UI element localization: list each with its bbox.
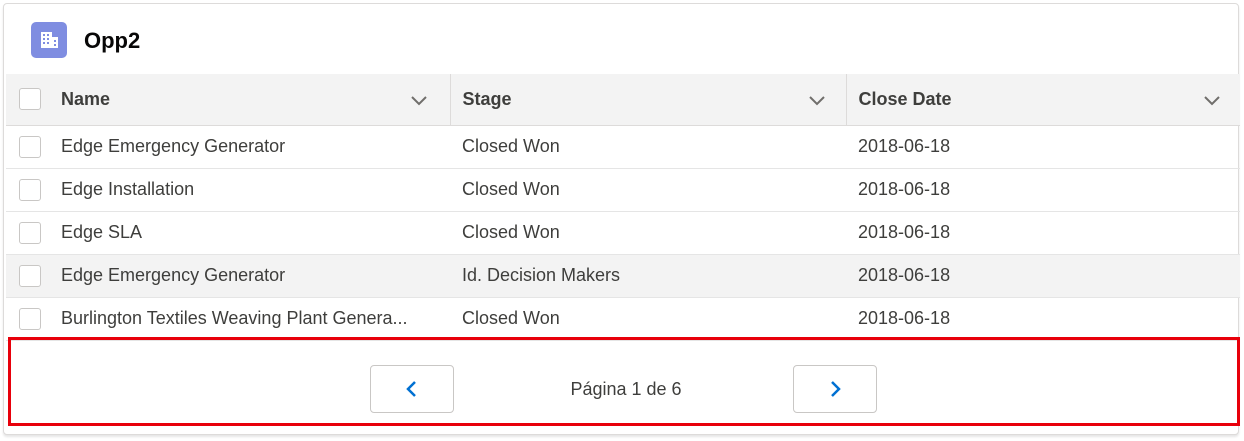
close-date-cell: 2018-06-18 — [858, 222, 951, 242]
row-select-cell — [6, 168, 55, 211]
data-table: Name Stage Close Date Edge Emergency Gen… — [6, 74, 1240, 341]
column-header-stage[interactable]: Stage — [450, 74, 847, 126]
row-checkbox[interactable] — [19, 264, 41, 287]
pagination-footer: Página 1 de 6 — [8, 337, 1240, 426]
table-header-row: Name Stage Close Date — [6, 74, 1240, 126]
table-row[interactable]: Burlington Textiles Weaving Plant Genera… — [6, 297, 1240, 340]
chevron-down-icon[interactable] — [410, 91, 428, 109]
name-cell[interactable]: Edge Emergency Generator — [55, 125, 450, 168]
stage-cell: Closed Won — [462, 136, 560, 156]
card-title[interactable]: Opp2 — [84, 27, 140, 55]
row-checkbox[interactable] — [19, 221, 41, 244]
column-header-close-date[interactable]: Close Date — [846, 74, 1240, 126]
close-date-cell: 2018-06-18 — [858, 308, 951, 328]
close-date-cell: 2018-06-18 — [858, 265, 951, 285]
name-cell[interactable]: Burlington Textiles Weaving Plant Genera… — [55, 297, 450, 340]
column-header-label: Name — [61, 89, 111, 110]
next-page-button[interactable] — [793, 365, 877, 413]
stage-cell: Id. Decision Makers — [462, 265, 621, 285]
column-header-name[interactable]: Name — [55, 74, 451, 126]
chevron-right-icon — [831, 381, 841, 397]
table-row[interactable]: Edge Emergency Generator Closed Won 2018… — [6, 125, 1240, 168]
row-select-cell — [6, 125, 55, 168]
column-header-label: Stage — [462, 89, 512, 110]
stage-cell: Closed Won — [462, 308, 560, 328]
table-row[interactable]: Edge SLA Closed Won 2018-06-18 — [6, 211, 1240, 254]
table-row[interactable]: Edge Installation Closed Won 2018-06-18 — [6, 168, 1240, 211]
row-checkbox[interactable] — [19, 178, 41, 201]
row-select-cell — [6, 297, 55, 340]
row-select-cell — [6, 254, 55, 297]
table-row[interactable]: Edge Emergency Generator Id. Decision Ma… — [6, 254, 1240, 297]
name-cell[interactable]: Edge Emergency Generator — [55, 254, 450, 297]
select-all-cell — [6, 74, 55, 126]
row-select-cell — [6, 211, 55, 254]
stage-cell: Closed Won — [462, 179, 560, 199]
name-cell[interactable]: Edge Installation — [55, 168, 450, 211]
close-date-cell: 2018-06-18 — [858, 179, 951, 199]
chevron-down-icon[interactable] — [808, 91, 826, 109]
page-indicator: Página 1 de 6 — [570, 379, 682, 399]
chevron-left-icon — [406, 381, 416, 397]
previous-page-button[interactable] — [370, 365, 454, 413]
card-header: Opp2 — [4, 4, 1238, 74]
row-checkbox[interactable] — [19, 307, 41, 330]
building-icon — [31, 22, 67, 58]
name-cell[interactable]: Edge SLA — [55, 211, 450, 254]
select-all-checkbox[interactable] — [19, 88, 41, 111]
close-date-cell: 2018-06-18 — [858, 136, 951, 156]
chevron-down-icon[interactable] — [1203, 91, 1221, 109]
stage-cell: Closed Won — [462, 222, 560, 242]
column-header-label: Close Date — [858, 89, 952, 110]
row-checkbox[interactable] — [19, 135, 41, 158]
